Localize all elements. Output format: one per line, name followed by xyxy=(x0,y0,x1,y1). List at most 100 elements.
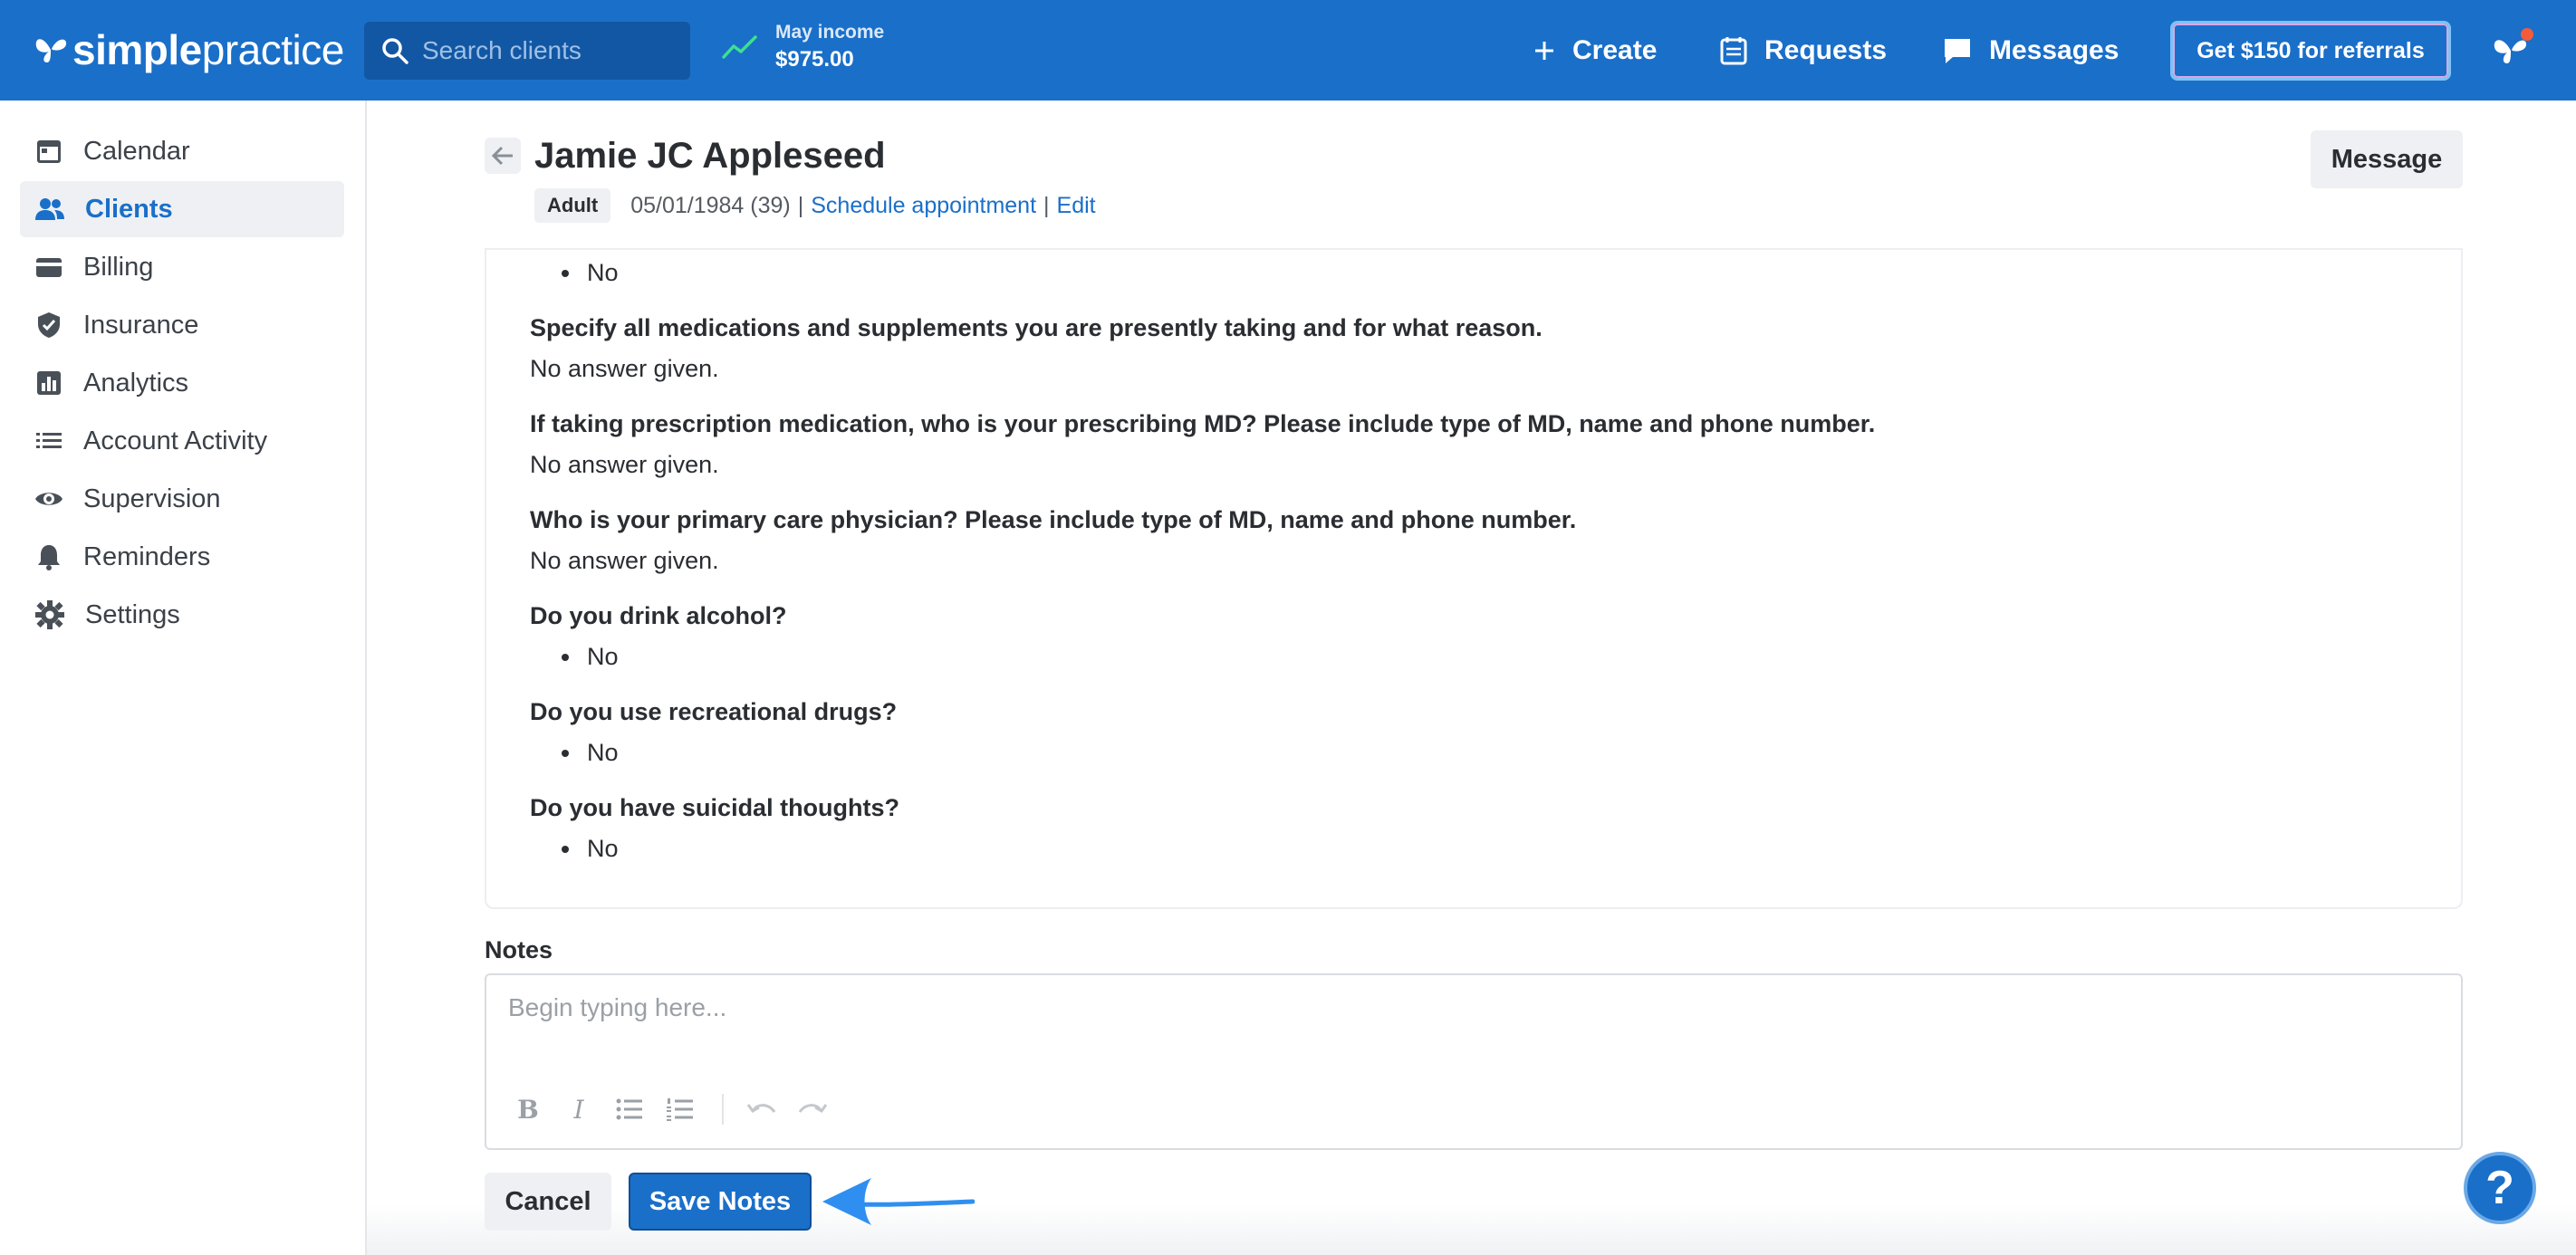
sidebar-item-label: Settings xyxy=(85,599,180,629)
answer-text: No answer given. xyxy=(530,451,719,478)
income-widget[interactable]: May income $975.00 xyxy=(721,22,884,72)
user-menu-icon[interactable] xyxy=(2489,25,2536,72)
numbered-list-icon xyxy=(667,1098,693,1121)
search-input[interactable] xyxy=(422,36,676,65)
list-item: No xyxy=(562,739,619,767)
sidebar-item-supervision[interactable]: Supervision xyxy=(20,471,344,527)
answer-bullet: No xyxy=(587,259,619,286)
answer-bullet: No xyxy=(587,643,619,670)
answer-text: No answer given. xyxy=(530,355,719,382)
list-item: No xyxy=(562,259,619,287)
sidebar-item-billing[interactable]: Billing xyxy=(20,239,344,295)
sidebar-item-account-activity[interactable]: Account Activity xyxy=(20,413,344,469)
list-icon xyxy=(36,433,62,448)
separator: | xyxy=(1043,192,1050,218)
simplepractice-logo[interactable]: simple practice xyxy=(33,24,344,76)
list-item: No xyxy=(562,643,619,671)
brand-bold: simple xyxy=(72,26,202,73)
search-icon xyxy=(382,38,409,64)
redo-button[interactable] xyxy=(794,1091,831,1127)
requests-button[interactable]: Requests xyxy=(1719,27,1887,74)
sidebar-item-label: Calendar xyxy=(83,136,190,166)
bullet-dot xyxy=(562,845,569,853)
search-box[interactable] xyxy=(364,22,690,80)
messages-label: Messages xyxy=(1989,35,2119,65)
client-meta: Adult 05/01/1984 (39) | Schedule appoint… xyxy=(534,188,1096,223)
edit-link[interactable]: Edit xyxy=(1057,193,1096,219)
sidebar-item-label: Account Activity xyxy=(83,426,268,455)
question-text: Who is your primary care physician? Plea… xyxy=(530,506,1577,533)
bulleted-list-icon xyxy=(616,1098,642,1120)
income-amount: $975.00 xyxy=(775,47,854,72)
answer-text: No answer given. xyxy=(530,547,719,574)
sidebar-item-insurance[interactable]: Insurance xyxy=(20,297,344,353)
sidebar-item-label: Insurance xyxy=(83,310,199,340)
annotation-arrow-icon xyxy=(822,1178,975,1225)
answer-bullet: No xyxy=(587,835,619,862)
sidebar: Calendar Clients Billing Insurance Analy… xyxy=(0,101,367,1255)
numbered-list-button[interactable] xyxy=(662,1091,698,1127)
question-text: If taking prescription medication, who i… xyxy=(530,410,1876,437)
list-item: No xyxy=(562,835,619,863)
page-title: Jamie JC Appleseed xyxy=(534,136,886,176)
top-bar: simplepractice May income $975.00 Create… xyxy=(0,0,2576,101)
gear-icon xyxy=(35,600,64,629)
bell-icon xyxy=(38,545,60,570)
notes-textarea[interactable] xyxy=(508,993,2428,1048)
undo-icon xyxy=(746,1104,776,1113)
sidebar-item-label: Reminders xyxy=(83,541,211,571)
question-text: Do you use recreational drugs? xyxy=(530,698,898,725)
undo-button[interactable] xyxy=(744,1091,780,1127)
notes-label: Notes xyxy=(485,936,553,963)
referral-button[interactable]: Get $150 for referrals xyxy=(2170,21,2451,81)
shield-icon xyxy=(38,312,60,338)
plus-icon xyxy=(1535,42,1553,60)
cancel-button[interactable]: Cancel xyxy=(485,1173,611,1231)
sidebar-item-label: Billing xyxy=(83,252,154,282)
create-button[interactable]: Create xyxy=(1533,27,1657,74)
bulleted-list-button[interactable] xyxy=(611,1091,648,1127)
sidebar-item-label: Clients xyxy=(85,194,173,224)
schedule-appointment-link[interactable]: Schedule appointment xyxy=(811,193,1036,219)
arrow-left-icon xyxy=(491,146,513,166)
sidebar-item-settings[interactable]: Settings xyxy=(20,587,344,643)
sidebar-item-label: Supervision xyxy=(83,484,221,513)
sidebar-item-clients[interactable]: Clients xyxy=(20,181,344,237)
italic-button[interactable]: I xyxy=(561,1091,597,1127)
bullet-dot xyxy=(562,653,569,661)
messages-button[interactable]: Messages xyxy=(1942,27,2119,74)
question-text: Do you have suicidal thoughts? xyxy=(530,794,900,821)
bar-chart-icon xyxy=(37,371,61,395)
bullet-dot xyxy=(562,269,569,277)
date-of-birth: 05/01/1984 (39) xyxy=(630,192,791,218)
answer-bullet: No xyxy=(587,739,619,766)
editor-toolbar: B I xyxy=(510,1091,845,1127)
eye-icon xyxy=(35,493,62,505)
bold-button[interactable]: B xyxy=(510,1091,546,1127)
message-button[interactable]: Message xyxy=(2311,130,2463,188)
bullet-dot xyxy=(562,749,569,757)
sidebar-item-reminders[interactable]: Reminders xyxy=(20,529,344,585)
chat-bubble-icon xyxy=(1945,39,1970,63)
sidebar-item-analytics[interactable]: Analytics xyxy=(20,355,344,411)
income-label: May income xyxy=(775,22,885,43)
separator: | xyxy=(797,192,804,218)
requests-label: Requests xyxy=(1764,35,1888,65)
clients-icon xyxy=(35,198,64,220)
question-text: Specify all medications and supplements … xyxy=(530,314,1543,341)
help-button[interactable]: ? xyxy=(2464,1152,2536,1224)
calendar-request-icon xyxy=(1720,37,1747,65)
save-notes-button[interactable]: Save Notes xyxy=(629,1173,812,1231)
back-button[interactable] xyxy=(485,138,521,174)
sidebar-item-label: Analytics xyxy=(83,368,189,398)
brand-light: practice xyxy=(201,26,345,73)
trend-up-icon xyxy=(722,35,757,59)
sidebar-item-calendar[interactable]: Calendar xyxy=(20,123,344,179)
credit-card-icon xyxy=(36,258,62,277)
notes-editor[interactable]: B I xyxy=(485,973,2463,1150)
butterfly-logo-icon xyxy=(35,39,67,62)
create-label: Create xyxy=(1572,35,1658,65)
calendar-icon xyxy=(37,140,61,163)
toolbar-divider xyxy=(722,1094,724,1125)
age-badge: Adult xyxy=(534,188,611,223)
